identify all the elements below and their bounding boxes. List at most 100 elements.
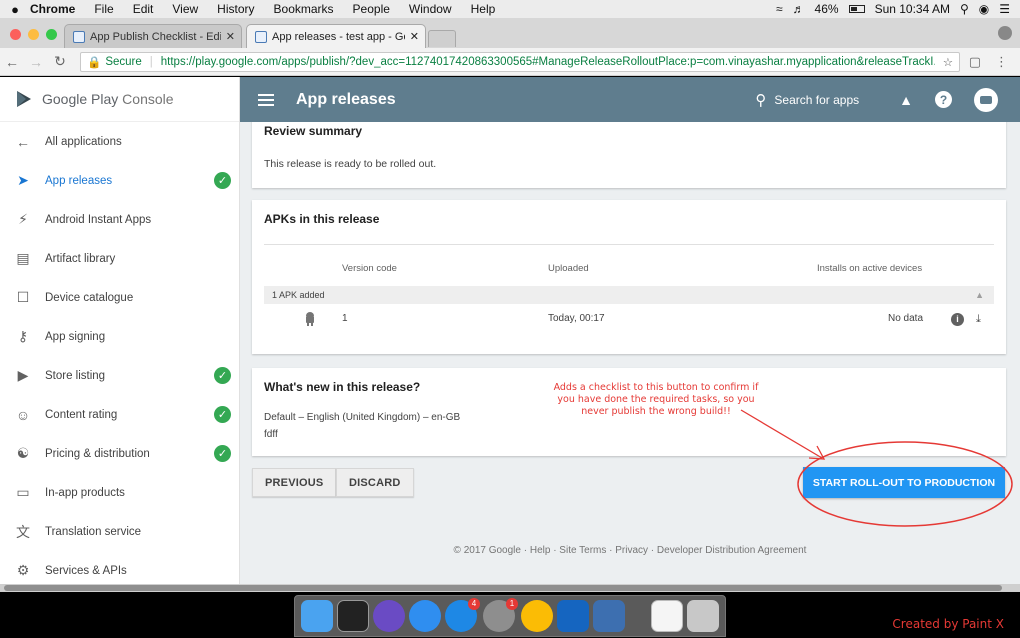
info-icon[interactable]: i [951, 313, 964, 326]
sidebar-item-artifact-library[interactable]: ▤ Artifact library [0, 239, 239, 278]
app-store-icon[interactable]: 4 [445, 598, 480, 632]
download-icon[interactable]: ⤓ [976, 313, 981, 326]
chrome-icon[interactable] [521, 600, 553, 632]
scrollbar-thumb[interactable] [4, 585, 1002, 591]
key-icon: ⚷ [17, 328, 29, 344]
sidebar-item-device-catalogue[interactable]: ☐ Device catalogue [0, 278, 239, 317]
whats-new-note: fdff [264, 429, 278, 440]
menu-app-name[interactable]: Chrome [30, 2, 75, 16]
spotlight-icon[interactable]: ⚲ [960, 2, 969, 16]
horizontal-scrollbar[interactable] [0, 584, 1020, 592]
rating-icon: ☺ [15, 406, 31, 423]
apks-card: APKs in this release Version code Upload… [252, 200, 1006, 354]
address-bar[interactable]: 🔒 Secure | https://play.google.com/apps/… [80, 51, 960, 72]
sidebar-item-translation-service[interactable]: 文 Translation service [0, 512, 239, 551]
sidebar-item-in-app-products[interactable]: ▭ In-app products [0, 473, 239, 512]
menu-hamburger-icon[interactable] [258, 93, 274, 106]
notification-center-icon[interactable]: ☰ [999, 2, 1010, 16]
trash-icon[interactable] [687, 600, 719, 632]
calendar-icon[interactable] [651, 600, 683, 632]
forward-icon[interactable]: → [24, 54, 48, 70]
new-tab-button[interactable] [428, 30, 456, 47]
api-icon: ⚙ [16, 562, 30, 578]
sidebar-item-android-instant-apps[interactable]: ⚡ Android Instant Apps [0, 200, 239, 239]
account-avatar[interactable] [974, 87, 998, 112]
siri-dock-icon[interactable] [373, 600, 405, 632]
sidebar: Google Play Console ← All applications ➤… [0, 77, 240, 584]
menu-history[interactable]: History [217, 2, 254, 16]
close-window-button[interactable] [10, 29, 21, 40]
review-summary-card: Review summary This release is ready to … [252, 122, 1006, 188]
annotation-text: Adds a checklist to this button to confi… [553, 382, 759, 417]
sidebar-item-services-apis[interactable]: ⚙ Services & APIs [0, 551, 239, 584]
sidebar-item-app-releases[interactable]: ➤ App releases ✓ [0, 161, 239, 200]
page-footer: © 2017 Google · Help · Site Terms · Priv… [453, 545, 807, 556]
sidebar-item-label: Device catalogue [45, 291, 134, 304]
sidebar-item-all-applications[interactable]: ← All applications [0, 122, 239, 161]
url-text[interactable]: https://play.google.com/apps/publish/?de… [161, 56, 935, 68]
search-apps[interactable]: ⚲ Search for apps [755, 91, 859, 109]
discard-button[interactable]: DISCARD [336, 468, 414, 497]
visual-studio-icon[interactable] [557, 600, 589, 632]
close-tab-icon[interactable]: ✕ [226, 30, 235, 43]
globe-icon: ☯ [16, 445, 30, 461]
maximize-window-button[interactable] [46, 29, 57, 40]
minimize-window-button[interactable] [28, 29, 39, 40]
more-menu-icon[interactable]: ⋮ [995, 54, 1008, 70]
col-version-code: Version code [342, 263, 397, 274]
profile-icon[interactable] [998, 26, 1012, 40]
lock-icon[interactable]: 🔒 [87, 55, 101, 69]
browser-tab-strip: App Publish Checklist - Edit ✕ App relea… [0, 18, 1020, 48]
sidebar-item-store-listing[interactable]: ▶ Store listing ✓ [0, 356, 239, 395]
watermark: Created by Paint X [892, 617, 1004, 631]
menu-help[interactable]: Help [471, 2, 496, 16]
preview-icon[interactable] [593, 600, 625, 632]
sidebar-item-label: Android Instant Apps [45, 213, 152, 226]
collapse-icon[interactable]: ▲ [975, 286, 984, 304]
brand[interactable]: Google Play Console [0, 77, 239, 122]
wifi-icon[interactable]: ≈ [776, 2, 783, 16]
start-rollout-button[interactable]: START ROLL-OUT TO PRODUCTION [803, 467, 1005, 498]
version-code-value: 1 [342, 313, 348, 324]
extension-icon[interactable]: ▢ [969, 54, 981, 70]
siri-icon[interactable]: ◉ [979, 2, 989, 16]
menu-view[interactable]: View [172, 2, 198, 16]
sidebar-item-content-rating[interactable]: ☺ Content rating ✓ [0, 395, 239, 434]
tab-app-publish-checklist[interactable]: App Publish Checklist - Edit ✕ [64, 24, 242, 48]
tab-favicon-icon [73, 30, 85, 43]
system-preferences-icon[interactable]: 1 [483, 598, 518, 632]
sidebar-item-app-signing[interactable]: ⚷ App signing [0, 317, 239, 356]
tab-label: App releases - test app - Goo [272, 30, 405, 43]
console-header: App releases ⚲ Search for apps ▲ ? [240, 77, 1020, 122]
tab-app-releases[interactable]: App releases - test app - Goo ✕ [246, 24, 426, 48]
sidebar-item-label: Services & APIs [45, 564, 127, 577]
volume-icon[interactable]: ♬ [793, 2, 805, 16]
menubar-status-area: ≈ ♬ 46% Sun 10:34 AM ⚲ ◉ ☰ [776, 2, 1020, 16]
apple-icon[interactable]: ● [0, 2, 30, 17]
battery-icon[interactable] [848, 5, 865, 13]
previous-button[interactable]: PREVIOUS [252, 468, 337, 497]
reload-icon[interactable]: ↻ [48, 53, 72, 70]
sidebar-item-label: App releases [45, 174, 113, 187]
menu-people[interactable]: People [353, 2, 390, 16]
finder-icon[interactable] [301, 600, 333, 632]
bookmark-star-icon[interactable]: ☆ [943, 55, 953, 69]
sidebar-item-pricing-distribution[interactable]: ☯ Pricing & distribution ✓ [0, 434, 239, 473]
notifications-bell-icon[interactable]: ▲ [899, 92, 913, 108]
apk-group-row[interactable]: 1 APK added ▲ [264, 286, 994, 304]
menu-bookmarks[interactable]: Bookmarks [274, 2, 334, 16]
menu-edit[interactable]: Edit [133, 2, 154, 16]
menu-file[interactable]: File [94, 2, 113, 16]
clock[interactable]: Sun 10:34 AM [875, 2, 950, 16]
badge-count-icon: 1 [506, 598, 518, 610]
safari-icon[interactable] [409, 600, 441, 632]
help-icon[interactable]: ? [935, 91, 952, 108]
sidebar-item-label: App signing [45, 330, 106, 343]
close-tab-icon[interactable]: ✕ [410, 30, 419, 43]
check-icon: ✓ [214, 172, 231, 189]
back-icon[interactable]: ← [0, 54, 24, 70]
android-icon [306, 312, 314, 326]
mac-menubar: ● Chrome File Edit View History Bookmark… [0, 0, 1020, 18]
terminal-icon[interactable] [337, 600, 369, 632]
menu-window[interactable]: Window [409, 2, 452, 16]
